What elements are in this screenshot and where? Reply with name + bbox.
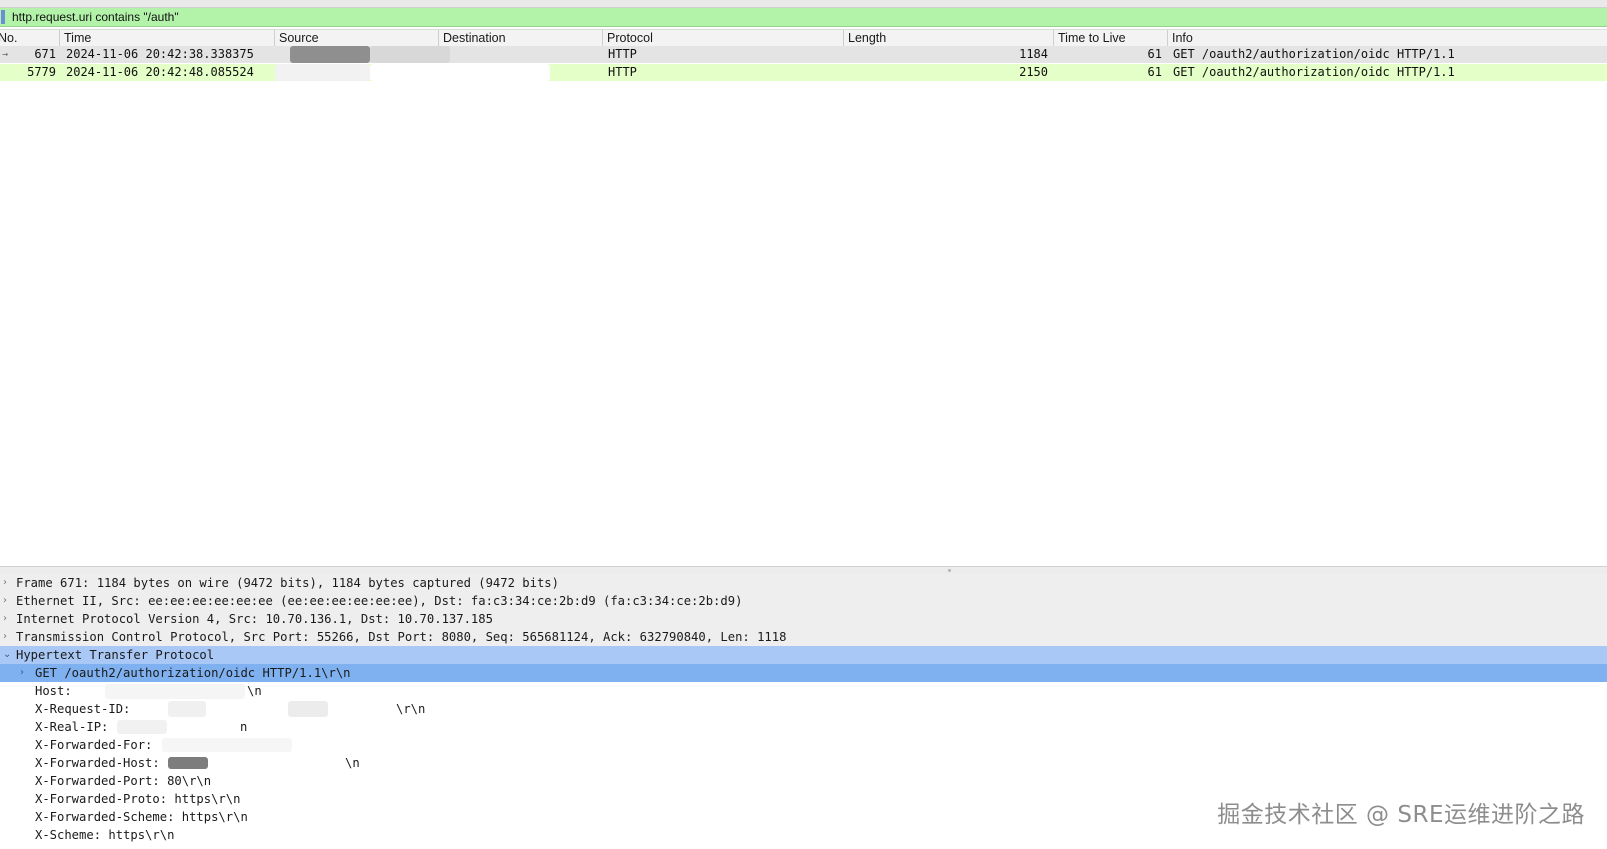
- packet-info: GET /oauth2/authorization/oidc HTTP/1.1: [1173, 65, 1455, 79]
- column-header-ttl[interactable]: Time to Live: [1054, 30, 1168, 46]
- packet-row[interactable]: → 671 2024-11-06 20:42:38.338375 HTTP 11…: [0, 46, 1607, 63]
- redacted-real-ip: [117, 720, 167, 734]
- splitter-grip-icon: [948, 569, 951, 572]
- detail-http-forwarded-for[interactable]: X-Forwarded-For:: [0, 736, 1607, 754]
- detail-ethernet[interactable]: › Ethernet II, Src: ee:ee:ee:ee:ee:ee (e…: [0, 592, 1607, 610]
- expand-chevron-icon[interactable]: ›: [3, 628, 7, 646]
- detail-http-real-ip[interactable]: X-Real-IP: n: [0, 718, 1607, 736]
- redacted-forwarded-host: [168, 757, 208, 769]
- redacted-source: [290, 46, 370, 63]
- packet-ttl: 61: [1147, 65, 1162, 79]
- detail-http-request-id[interactable]: X-Request-ID: \r\n: [0, 700, 1607, 718]
- redacted-destination: [370, 46, 450, 63]
- detail-http-forwarded-port[interactable]: X-Forwarded-Port: 80\r\n: [0, 772, 1607, 790]
- column-header-protocol[interactable]: Protocol: [603, 30, 844, 46]
- column-header-no[interactable]: No.: [0, 30, 60, 46]
- packet-no: 671: [34, 47, 56, 61]
- detail-http-request-line[interactable]: › GET /oauth2/authorization/oidc HTTP/1.…: [0, 664, 1607, 682]
- redacted-source: [275, 64, 370, 81]
- packet-protocol: HTTP: [608, 65, 637, 79]
- column-header-destination[interactable]: Destination: [439, 30, 603, 46]
- redacted-destination: [370, 64, 550, 81]
- packet-info: GET /oauth2/authorization/oidc HTTP/1.1: [1173, 47, 1455, 61]
- packet-time: 2024-11-06 20:42:48.085524: [66, 65, 254, 79]
- expand-chevron-icon[interactable]: ›: [3, 592, 7, 610]
- expand-chevron-icon[interactable]: ›: [3, 610, 7, 628]
- packet-row[interactable]: 5779 2024-11-06 20:42:48.085524 HTTP 215…: [0, 64, 1607, 81]
- detail-frame[interactable]: › Frame 671: 1184 bytes on wire (9472 bi…: [0, 574, 1607, 592]
- packet-time: 2024-11-06 20:42:38.338375: [66, 47, 254, 61]
- detail-http[interactable]: ⌄ Hypertext Transfer Protocol: [0, 646, 1607, 664]
- watermark: 掘金技术社区 @ SRE运维进阶之路: [1217, 802, 1585, 828]
- display-filter-bar[interactable]: http.request.uri contains "/auth": [0, 8, 1607, 27]
- collapse-chevron-icon[interactable]: ⌄: [3, 646, 11, 664]
- redacted-host: [105, 684, 245, 699]
- expand-chevron-icon[interactable]: ›: [3, 574, 7, 592]
- wireshark-window: http.request.uri contains "/auth" No. Ti…: [0, 0, 1607, 849]
- redacted-forwarded-for: [162, 738, 292, 752]
- detail-http-forwarded-host[interactable]: X-Forwarded-Host: \n: [0, 754, 1607, 772]
- detail-ip[interactable]: › Internet Protocol Version 4, Src: 10.7…: [0, 610, 1607, 628]
- packet-length: 2150: [1019, 65, 1048, 79]
- display-filter-input[interactable]: http.request.uri contains "/auth": [12, 10, 179, 24]
- detail-http-host[interactable]: Host: \n: [0, 682, 1607, 700]
- detail-tcp[interactable]: › Transmission Control Protocol, Src Por…: [0, 628, 1607, 646]
- expand-chevron-icon[interactable]: ›: [20, 664, 24, 682]
- column-header-time[interactable]: Time: [60, 30, 275, 46]
- packet-list[interactable]: → 671 2024-11-06 20:42:38.338375 HTTP 11…: [0, 46, 1607, 566]
- packet-list-header: No. Time Source Destination Protocol Len…: [0, 29, 1607, 47]
- column-header-length[interactable]: Length: [844, 30, 1054, 46]
- column-header-info[interactable]: Info: [1168, 30, 1607, 46]
- toolbar-strip: [0, 0, 1607, 8]
- column-header-source[interactable]: Source: [275, 30, 439, 46]
- redacted-request-id: [288, 701, 328, 717]
- packet-length: 1184: [1019, 47, 1048, 61]
- packet-no: 5779: [27, 65, 56, 79]
- bookmark-icon[interactable]: [1, 10, 5, 24]
- redacted-request-id: [168, 701, 206, 717]
- packet-protocol: HTTP: [608, 47, 637, 61]
- packet-ttl: 61: [1147, 47, 1162, 61]
